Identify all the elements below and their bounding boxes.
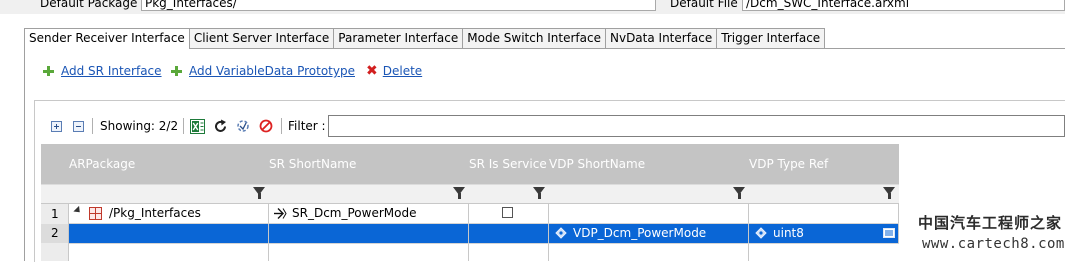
sr-is-service-checkbox[interactable] [502,207,513,218]
clear-filter-button[interactable] [259,117,273,135]
filter-label: Filter : [288,119,326,133]
column-divider [468,204,469,261]
row-divider [69,243,899,244]
row-number: 2 [41,224,69,243]
default-package-label: Default Package [40,0,138,10]
expand-all-button[interactable] [51,117,62,135]
tab-sender-receiver-interface[interactable]: Sender Receiver Interface [24,28,190,49]
watermark-url: www.cartech8.com [922,236,1065,252]
row-divider [69,223,899,224]
vdp-diamond-icon [555,227,567,239]
add-variable-data-prototype-button[interactable]: Add VariableData Prototype [170,64,355,78]
column-divider [268,204,269,261]
default-package-field[interactable]: Pkg_Interfaces/ [141,0,656,11]
add-vdp-label: Add VariableData Prototype [189,64,355,78]
collapse-all-icon [73,120,84,132]
column-divider [548,204,549,261]
tab-parameter-interface[interactable]: Parameter Interface [333,28,464,48]
delete-label: Delete [382,64,423,78]
delete-button[interactable]: ✖ Delete [366,64,422,78]
refresh-button[interactable] [213,117,228,135]
sr-shortname-cell[interactable]: SR_Dcm_PowerMode [292,206,416,220]
sync-button[interactable] [236,117,250,135]
column-header-sr-shortname[interactable]: SR ShortName [269,157,356,171]
browse-list-icon[interactable] [883,228,895,238]
arpackage-cell[interactable]: /Pkg_Interfaces [109,206,201,220]
collapse-all-button[interactable] [73,117,84,135]
sync-icon [237,120,249,132]
filter-funnel-icon[interactable] [533,187,545,199]
add-icon [42,65,54,77]
excel-icon [190,118,205,134]
column-header-vdp-type-ref[interactable]: VDP Type Ref [749,157,828,171]
clear-filter-icon [259,119,273,133]
tab-trigger-interface[interactable]: Trigger Interface [716,28,826,48]
interface-tabs: Sender Receiver Interface Client Server … [24,28,826,49]
filter-funnel-icon[interactable] [883,187,895,199]
type-ref-diamond-icon [755,227,767,239]
default-file-label: Default File [670,0,738,10]
row-number-empty [41,243,69,261]
column-header-sr-is-service[interactable]: SR Is Service [469,157,547,171]
column-divider [748,204,749,261]
package-icon [89,207,102,220]
sr-interface-icon [274,208,287,219]
grid-filter-row [41,184,899,204]
column-header-vdp-shortname[interactable]: VDP ShortName [549,157,645,171]
vdp-type-ref-cell[interactable]: uint8 [773,226,804,240]
filter-funnel-icon[interactable] [253,187,265,199]
toolbar-separator [92,117,93,135]
refresh-icon [215,119,226,132]
toolbar-separator [183,117,184,135]
add-sr-interface-button[interactable]: Add SR Interface [42,64,162,78]
tab-mode-switch-interface[interactable]: Mode Switch Interface [462,28,606,48]
export-excel-button[interactable] [190,117,205,135]
tab-client-server-interface[interactable]: Client Server Interface [188,28,335,48]
filter-funnel-icon[interactable] [733,187,745,199]
row-number: 1 [41,204,69,224]
default-file-field[interactable]: /Dcm_SWC_Interface.arxml [742,0,1065,11]
expand-all-icon [51,120,62,132]
watermark-title: 中国汽车工程师之家 [918,214,1063,232]
add-sr-interface-label: Add SR Interface [61,64,162,78]
column-divider [898,204,899,244]
delete-x-icon: ✖ [366,63,378,79]
vdp-shortname-cell[interactable]: VDP_Dcm_PowerMode [573,226,706,240]
toolbar-separator [281,117,282,135]
column-header-arpackage[interactable]: ARPackage [69,157,135,171]
filter-input[interactable] [328,115,1065,137]
filter-funnel-icon[interactable] [453,187,465,199]
tab-nvdata-interface[interactable]: NvData Interface [604,28,718,48]
add-icon [170,65,182,77]
showing-count: Showing: 2/2 [100,119,179,133]
